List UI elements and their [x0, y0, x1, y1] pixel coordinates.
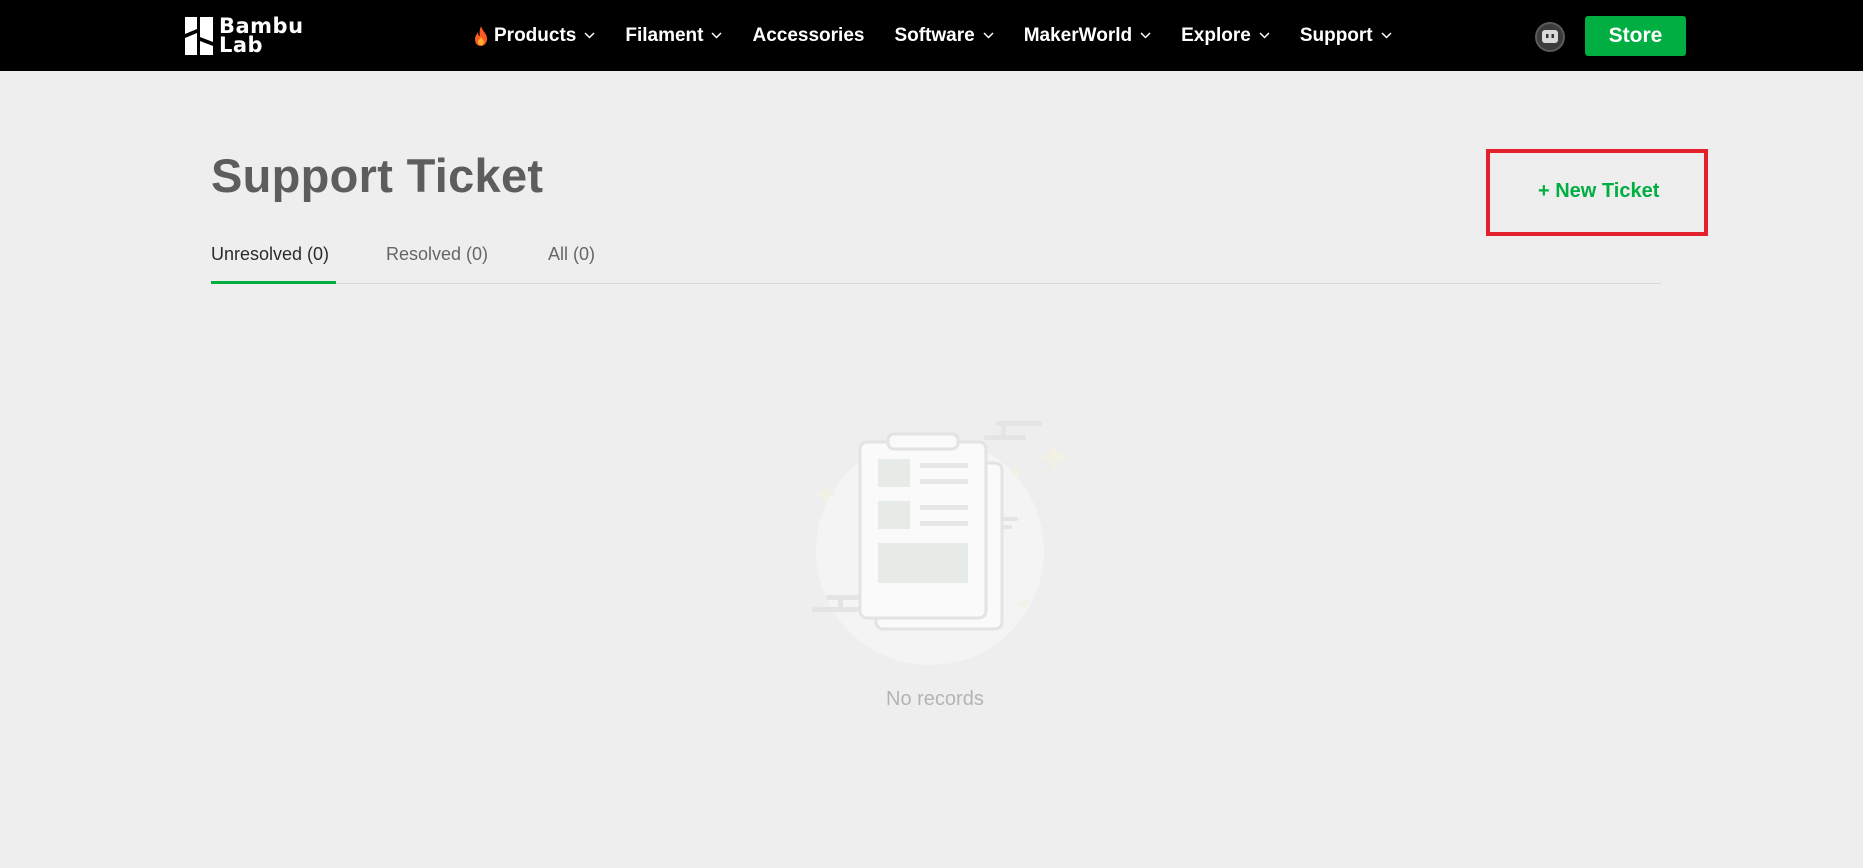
nav-item-software[interactable]: Software: [894, 24, 994, 47]
user-avatar[interactable]: [1535, 22, 1565, 52]
nav-menu: Products Filament Accessories Software M…: [473, 0, 1422, 71]
bambu-lab-logo[interactable]: Bambu Lab: [185, 16, 315, 56]
new-ticket-button[interactable]: + New Ticket: [1538, 180, 1659, 203]
logo-line-2: Lab: [219, 33, 264, 57]
robot-avatar-icon: [1542, 30, 1558, 43]
nav-item-filament[interactable]: Filament: [625, 24, 723, 47]
nav-item-support[interactable]: Support: [1300, 25, 1392, 47]
nav-item-explore[interactable]: Explore: [1181, 25, 1270, 47]
empty-clipboard-illustration: [812, 421, 1068, 665]
empty-state-text: No records: [886, 688, 984, 710]
store-button[interactable]: Store: [1585, 16, 1686, 56]
tab-all[interactable]: All (0): [548, 244, 595, 265]
flame-icon: [475, 25, 487, 46]
active-tab-indicator: [211, 281, 336, 284]
nav-label-filament: Filament: [625, 24, 704, 46]
chevron-down-icon: [1259, 32, 1270, 39]
nav-label-support: Support: [1299, 24, 1373, 46]
nav-label-explore: Explore: [1181, 24, 1251, 46]
nav-item-accessories[interactable]: Accessories: [752, 25, 864, 47]
top-navbar: Bambu Lab Products Filament Accessories …: [0, 0, 1863, 71]
chevron-down-icon: [1381, 32, 1392, 39]
chevron-down-icon: [584, 32, 595, 39]
chevron-down-icon: [1140, 32, 1151, 39]
logo-wordmark: Bambu Lab: [219, 16, 304, 57]
nav-item-products[interactable]: Products: [473, 25, 595, 47]
bambu-logo-icon: [185, 17, 213, 55]
ticket-tabs: Unresolved (0) Resolved (0) All (0): [211, 236, 1661, 284]
chevron-down-icon: [711, 32, 723, 39]
nav-label-software: Software: [894, 24, 975, 46]
tab-unresolved[interactable]: Unresolved (0): [211, 244, 329, 265]
chevron-down-icon: [983, 32, 994, 39]
nav-item-makerworld[interactable]: MakerWorld: [1024, 25, 1151, 47]
tab-resolved[interactable]: Resolved (0): [386, 244, 488, 265]
page-title: Support Ticket: [211, 149, 544, 202]
nav-label-accessories: Accessories: [752, 24, 865, 46]
nav-label-products: Products: [494, 24, 577, 46]
nav-label-makerworld: MakerWorld: [1023, 24, 1133, 46]
